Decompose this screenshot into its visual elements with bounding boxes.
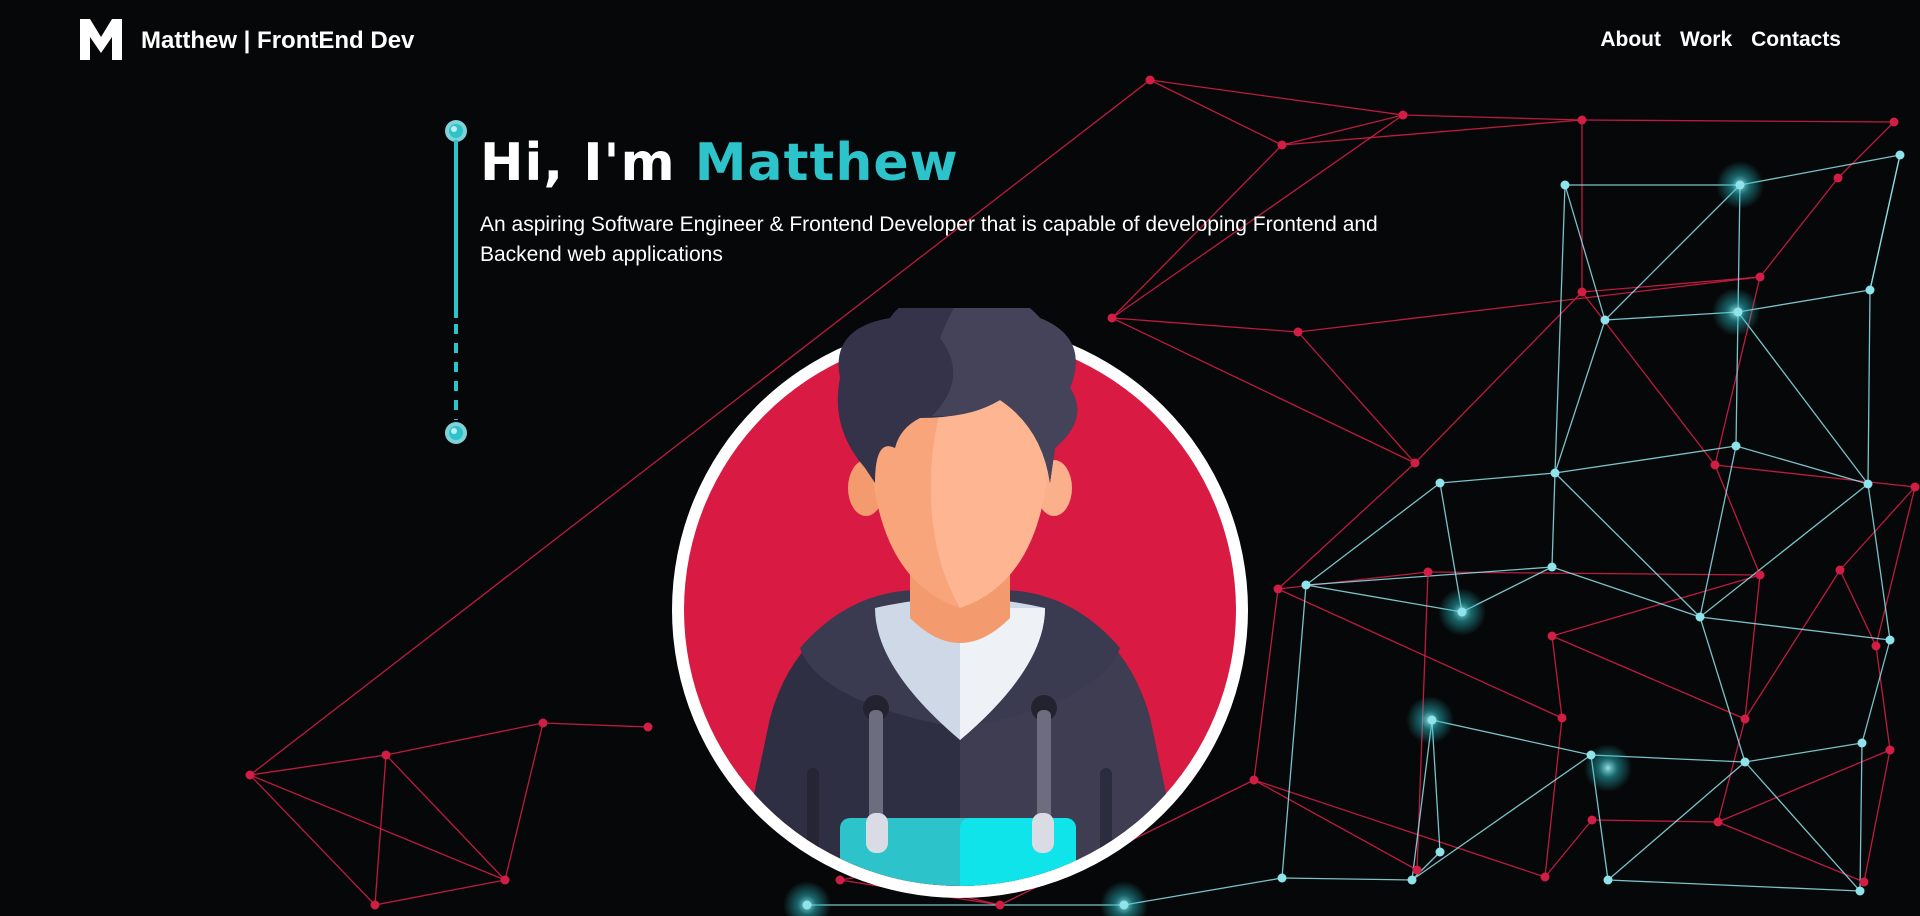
- developer-avatar-icon: [672, 308, 1248, 898]
- nav-link-about[interactable]: About: [1600, 28, 1661, 52]
- nav-link-contacts[interactable]: Contacts: [1751, 28, 1841, 52]
- timeline-decoration: [445, 120, 467, 444]
- hero-greeting: Hi, I'm: [480, 133, 695, 193]
- nav-links: About Work Contacts: [1600, 28, 1841, 52]
- hero-description: An aspiring Software Engineer & Frontend…: [480, 213, 1378, 266]
- hero-title: Hi, I'm Matthew: [480, 132, 1420, 194]
- navbar: Matthew | FrontEnd Dev About Work Contac…: [0, 0, 1920, 80]
- m-logo-icon[interactable]: [79, 17, 123, 61]
- hero-section: Hi, I'm Matthew An aspiring Software Eng…: [480, 132, 1420, 270]
- hero-name: Matthew: [694, 133, 959, 193]
- nav-link-work[interactable]: Work: [1680, 28, 1732, 52]
- brand-title[interactable]: Matthew | FrontEnd Dev: [141, 27, 414, 55]
